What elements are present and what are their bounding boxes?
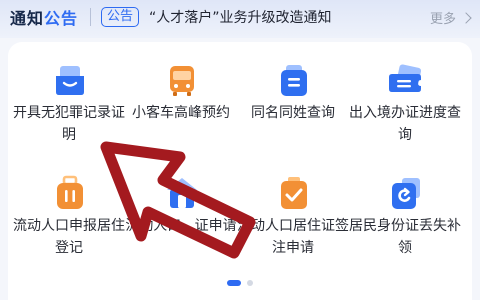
page-dot-active[interactable] (227, 280, 241, 286)
service-label: 开具无犯罪记录证明 (13, 105, 125, 143)
divider (90, 8, 92, 26)
brand-text-1: 通知 (10, 9, 45, 28)
service-label: 同名同姓查询 (251, 105, 335, 121)
service-grid-card: 开具无犯罪记录证明 小客车高峰预约 同名同姓查询 出入境办证进度查询 流动人口申… (8, 42, 472, 300)
chevron-right-icon (460, 11, 472, 24)
service-label: 居民身份证丢失补领 (349, 218, 461, 256)
notice-headline[interactable]: “人才落户”业务升级改造通知 (149, 7, 332, 27)
id-card-icon (281, 65, 307, 96)
passport-ticket-icon (389, 64, 422, 92)
document-tray-icon (56, 66, 84, 95)
clipboard-check-icon (281, 177, 307, 209)
service-label: 出入境办证进度查询 (349, 105, 461, 143)
brand-text-2: 公告 (44, 9, 79, 28)
more-label: 更多 (429, 12, 456, 27)
service-label: 流动人口申报居住登记 (13, 218, 125, 256)
notice-brand: 通知公告 (10, 5, 78, 29)
house-icon (167, 178, 197, 208)
more-link[interactable]: 更多 (429, 8, 472, 27)
notice-bar-background: 通知公告 公告 “人才落户”业务升级改造通知 更多 (0, 0, 480, 38)
service-label: 小客车高峰预约 (132, 105, 230, 121)
id-replace-icon (392, 178, 420, 209)
notice-tag: 公告 (101, 7, 140, 27)
suitcase-icon (57, 175, 83, 209)
page-dot[interactable] (247, 280, 253, 286)
service-label: 流动人口居住证签注申请 (237, 218, 349, 256)
notice-bar: 通知公告 公告 “人才落户”业务升级改造通知 (10, 0, 470, 34)
page-indicator (0, 280, 480, 288)
bus-icon (170, 66, 194, 96)
service-label: 流动人口...证申请 (125, 218, 237, 234)
